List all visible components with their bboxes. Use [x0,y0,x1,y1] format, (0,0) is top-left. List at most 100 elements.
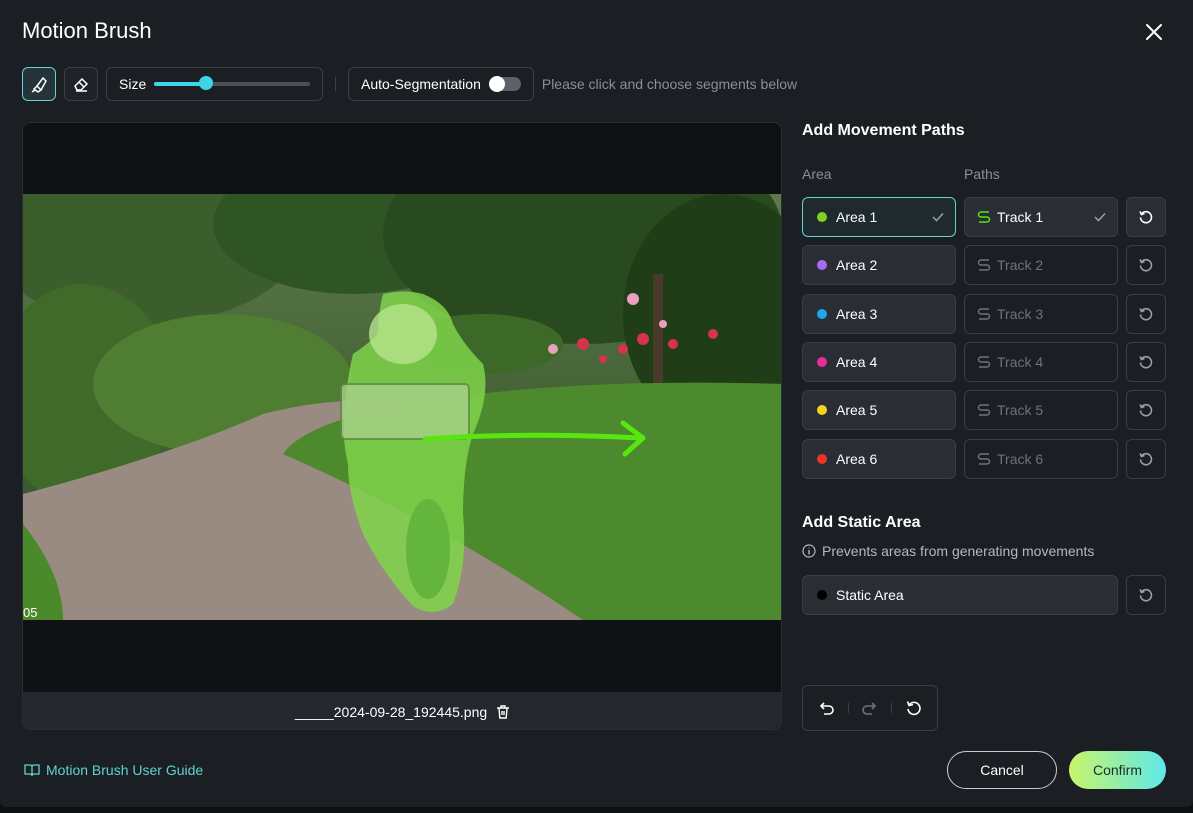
area-color-dot [817,453,827,464]
area-color-dot [817,260,827,271]
track-label: Track 5 [997,402,1044,419]
area-row: Area 2 Track 2 [802,245,1166,286]
path-icon [977,259,991,272]
frame-label: 05 [23,605,38,620]
static-area-button[interactable]: Static Area [802,575,1118,615]
trash-icon[interactable] [495,704,511,720]
path-icon [977,452,991,465]
track-label: Track 6 [997,450,1044,467]
file-bar: _____2024-09-28_192445.png [23,692,781,729]
area-row: Area 4 Track 4 [802,341,1166,382]
check-icon [932,212,944,222]
reset-icon [1139,210,1153,224]
check-icon [1094,212,1106,222]
brush-canvas[interactable]: 05 _____2024-09-28_192445.png [22,122,782,730]
cancel-button[interactable]: Cancel [947,751,1057,789]
area-button[interactable]: Area 3 [802,293,956,334]
static-area-note-text: Prevents areas from generating movements [822,543,1095,559]
track-label: Track 1 [997,209,1044,225]
area-button[interactable]: Area 4 [802,341,956,382]
reset-icon [1139,307,1153,321]
confirm-button[interactable]: Confirm [1069,751,1166,789]
history-controls [802,685,938,731]
area-reset-button[interactable] [1126,438,1166,479]
area-color-dot [817,212,827,222]
static-area-note: Prevents areas from generating movements [802,543,1094,559]
area-button[interactable]: Area 6 [802,438,956,479]
scene-image[interactable] [23,194,782,620]
toolbar-divider [335,77,336,91]
static-area-label: Static Area [836,587,904,603]
area-reset-button[interactable] [1126,197,1166,237]
info-icon [802,544,816,558]
file-name: _____2024-09-28_192445.png [294,703,488,720]
track-button[interactable]: Track 6 [964,438,1118,479]
area-button[interactable]: Area 5 [802,390,956,431]
size-control: Size [106,67,323,101]
path-icon [977,356,991,368]
area-button[interactable]: Area 2 [802,245,956,286]
area-reset-button[interactable] [1126,245,1166,286]
reset-icon [1139,452,1153,465]
history-divider [891,703,893,713]
book-icon [24,764,40,777]
reset-icon [1139,355,1153,369]
area-reset-button[interactable] [1126,341,1166,382]
track-button[interactable]: Track 5 [964,390,1118,431]
reset-all-icon[interactable] [905,699,923,717]
reset-icon [1139,588,1153,602]
history-divider [847,703,849,713]
paths-column-header: Paths [964,166,1000,182]
path-icon [977,211,991,223]
auto-segmentation-control: Auto-Segmentation [348,67,534,101]
reset-icon [1139,259,1153,272]
brush-button[interactable] [22,67,56,101]
area-reset-button[interactable] [1126,390,1166,431]
dialog-title: Motion Brush [22,18,152,43]
track-label: Track 4 [997,353,1044,370]
static-area-dot [817,590,827,600]
area-button[interactable]: Area 1 [802,197,956,237]
auto-segmentation-toggle[interactable] [488,76,521,92]
area-color-dot [817,308,827,319]
track-label: Track 2 [997,257,1044,274]
undo-icon[interactable] [817,699,835,717]
area-reset-button[interactable] [1126,293,1166,334]
size-slider-knob[interactable] [198,76,213,90]
area-row: Area 5 Track 5 [802,390,1166,431]
eraser-button[interactable] [64,67,98,101]
area-row: Area 3 Track 3 [802,293,1166,334]
motion-brush-dialog: Motion Brush Size Auto-Segmentation Plea… [0,0,1193,807]
area-label: Area 4 [836,353,878,370]
path-icon [977,307,991,320]
auto-segmentation-label: Auto-Segmentation [361,76,481,92]
redo-icon[interactable] [861,699,879,717]
area-color-dot [817,356,827,367]
size-label: Size [119,76,147,92]
area-label: Area 3 [836,305,878,322]
user-guide-link[interactable]: Motion Brush User Guide [24,762,203,778]
path-icon [977,404,991,416]
user-guide-label: Motion Brush User Guide [46,762,204,778]
size-slider[interactable] [154,76,310,90]
area-label: Area 1 [836,209,878,225]
track-button[interactable]: Track 4 [964,341,1118,382]
track-button[interactable]: Track 1 [964,197,1118,237]
static-area-row: Static Area [802,575,1166,615]
area-row: Area 6 Track 6 [802,438,1166,479]
area-label: Area 2 [836,257,878,274]
static-area-reset-button[interactable] [1126,575,1166,615]
area-column-header: Area [802,166,832,182]
close-icon[interactable] [1142,20,1166,44]
brush-icon [31,76,47,93]
paths-panel: Add Movement Paths Area Paths Area 1 Trac… [802,122,1168,731]
area-label: Area 5 [836,402,878,419]
track-button[interactable]: Track 3 [964,293,1118,334]
area-color-dot [817,405,827,416]
reset-icon [1139,404,1153,417]
track-label: Track 3 [997,305,1044,322]
size-slider-fill [154,82,206,86]
track-button[interactable]: Track 2 [964,245,1118,286]
movement-paths-title: Add Movement Paths [802,122,965,139]
eraser-icon [74,77,89,92]
